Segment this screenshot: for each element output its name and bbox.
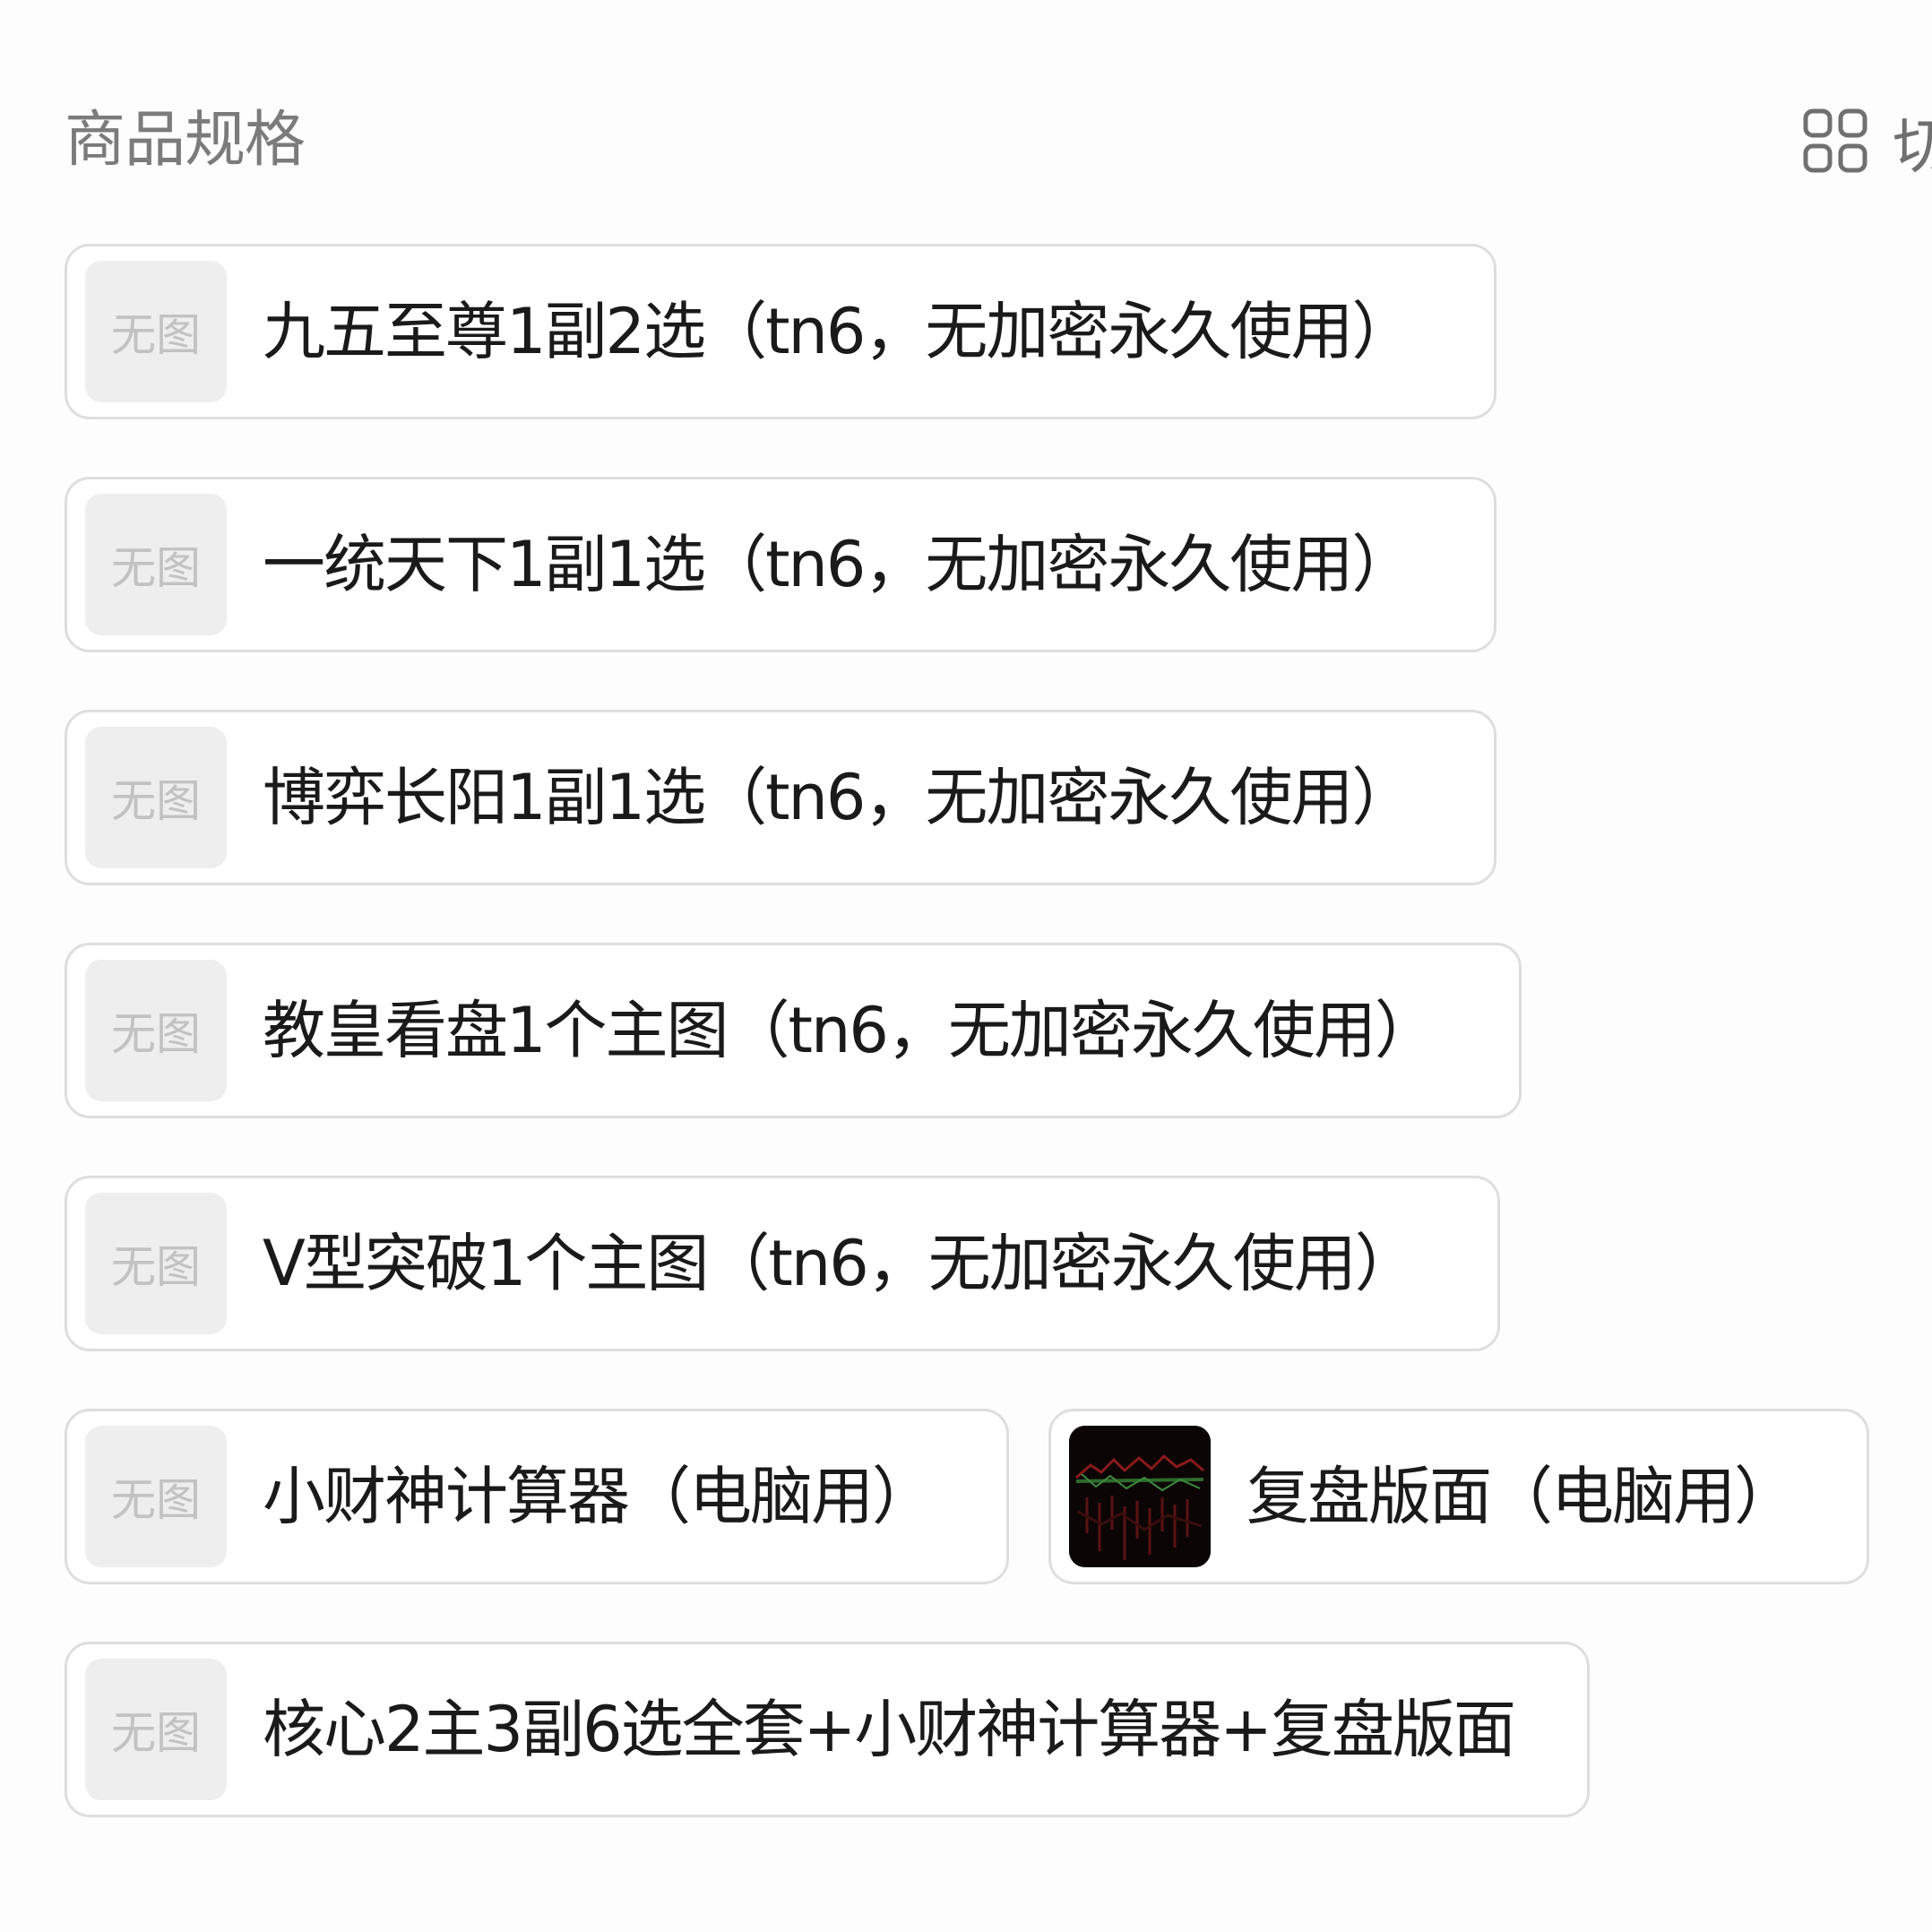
no-image-placeholder: 无图 xyxy=(85,1426,227,1567)
no-image-placeholder: 无图 xyxy=(85,960,227,1101)
section-title: 商品规格 xyxy=(65,105,306,176)
spec-option-6[interactable]: 无图 小财神计算器（电脑用） xyxy=(65,1409,1009,1584)
grid-view-icon xyxy=(1803,108,1867,173)
spec-option-1[interactable]: 无图 九五至尊1副2选（tn6，无加密永久使用） xyxy=(65,244,1496,419)
spec-option-3[interactable]: 无图 博弈长阳1副1选（tn6，无加密永久使用） xyxy=(65,710,1496,885)
spec-option-label: 博弈长阳1副1选（tn6，无加密永久使用） xyxy=(263,761,1413,834)
chart-thumbnail-image xyxy=(1069,1426,1211,1567)
spec-option-7[interactable]: 复盘版面（电脑用） xyxy=(1048,1409,1869,1584)
no-image-placeholder: 无图 xyxy=(85,727,227,868)
spec-option-5[interactable]: 无图 V型突破1个主图（tn6，无加密永久使用） xyxy=(65,1176,1500,1351)
no-image-placeholder: 无图 xyxy=(85,261,227,402)
spec-option-label: 九五至尊1副2选（tn6，无加密永久使用） xyxy=(263,295,1413,368)
spec-option-4[interactable]: 无图 教皇看盘1个主图（tn6，无加密永久使用） xyxy=(65,943,1522,1118)
no-image-placeholder: 无图 xyxy=(85,1659,227,1800)
spec-option-label: 小财神计算器（电脑用） xyxy=(263,1460,933,1533)
product-spec-panel: 商品规格 切 无图 九五至尊1副2选（tn6，无加密永久使用） 无图 一统天下1… xyxy=(0,0,1932,1932)
spec-option-label: 复盘版面（电脑用） xyxy=(1246,1460,1795,1533)
spec-option-label: 核心2主3副6选全套+小财神计算器+复盘版面 xyxy=(263,1693,1514,1766)
spec-option-label: 教皇看盘1个主图（tn6，无加密永久使用） xyxy=(263,994,1436,1067)
no-image-placeholder: 无图 xyxy=(85,1193,227,1334)
no-image-placeholder: 无图 xyxy=(85,494,227,635)
spec-option-8[interactable]: 无图 核心2主3副6选全套+小财神计算器+复盘版面 xyxy=(65,1642,1590,1817)
view-toggle-button[interactable]: 切 xyxy=(1803,100,1932,183)
view-toggle-label: 切 xyxy=(1893,111,1932,183)
spec-option-label: V型突破1个主图（tn6，无加密永久使用） xyxy=(263,1227,1416,1300)
spec-option-label: 一统天下1副1选（tn6，无加密永久使用） xyxy=(263,528,1413,601)
spec-option-2[interactable]: 无图 一统天下1副1选（tn6，无加密永久使用） xyxy=(65,477,1496,652)
